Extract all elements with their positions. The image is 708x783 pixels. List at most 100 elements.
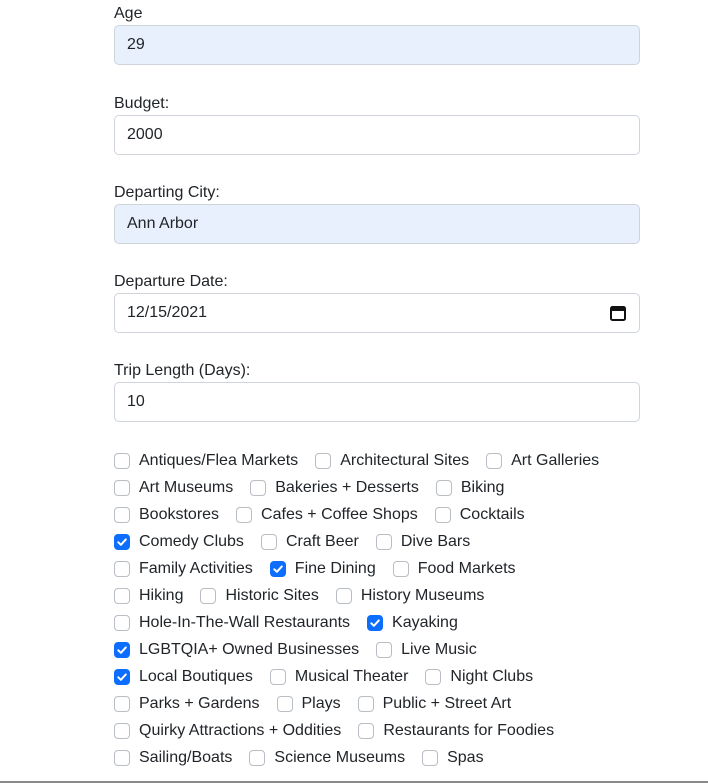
interest-checkbox[interactable] <box>335 588 352 604</box>
interest-checkbox[interactable] <box>375 534 392 550</box>
interest-label: Plays <box>301 695 341 712</box>
interest-checkbox[interactable] <box>114 615 130 631</box>
interest-checkbox[interactable] <box>422 750 439 766</box>
interest-checkbox[interactable] <box>249 750 266 766</box>
interest-label: Comedy Clubs <box>139 533 244 550</box>
interest-row: Quirky Attractions + Oddities Restaurants… <box>114 720 571 742</box>
interest-option[interactable]: Fine Dining <box>269 560 376 578</box>
interest-checkbox[interactable] <box>269 561 286 577</box>
interest-option[interactable]: Comedy Clubs <box>114 533 244 551</box>
interest-label: Cocktails <box>459 506 525 523</box>
interest-checkbox[interactable] <box>358 723 375 739</box>
interest-checkbox[interactable] <box>367 615 384 631</box>
departure-date-value: 12/15/2021 <box>127 304 208 321</box>
departure-date-input[interactable]: 12/15/2021 <box>114 293 640 333</box>
interest-option[interactable]: Hiking <box>114 587 183 605</box>
budget-value: 2000 <box>127 126 163 143</box>
interest-label: Biking <box>460 479 505 496</box>
interest-label: Parks + Gardens <box>139 695 260 712</box>
interest-checkbox[interactable] <box>114 453 130 469</box>
interest-option[interactable]: Craft Beer <box>260 533 359 551</box>
interest-label: Sailing/Boats <box>139 749 233 766</box>
interest-checkbox[interactable] <box>114 588 130 604</box>
interest-label: Fine Dining <box>294 560 376 577</box>
interest-option[interactable]: Architectural Sites <box>315 452 469 470</box>
interest-checkbox[interactable] <box>114 507 130 523</box>
interest-checkbox[interactable] <box>114 750 130 766</box>
interest-checkbox[interactable] <box>276 696 293 712</box>
interest-option[interactable]: Historic Sites <box>200 587 319 605</box>
interest-option[interactable]: Family Activities <box>114 560 253 578</box>
interest-checkbox[interactable] <box>114 696 130 712</box>
interest-option[interactable]: Cafes + Coffee Shops <box>236 506 418 524</box>
interest-option[interactable]: Night Clubs <box>425 668 533 686</box>
interest-option[interactable]: Science Museums <box>249 749 405 767</box>
interest-row: Art Museums Bakeries + Desserts Biking <box>114 477 521 499</box>
interest-label: Historic Sites <box>225 587 319 604</box>
interest-option[interactable]: LGBTQIA+ Owned Businesses <box>114 641 359 659</box>
interest-checkbox[interactable] <box>260 534 277 550</box>
checkmark-icon <box>117 673 127 681</box>
interest-option[interactable]: Cocktails <box>434 506 525 524</box>
interest-checkbox[interactable] <box>486 453 503 469</box>
interest-checkbox[interactable] <box>114 642 130 658</box>
interest-option[interactable]: Public + Street Art <box>357 695 511 713</box>
departing-city-input[interactable]: Ann Arbor <box>114 204 640 244</box>
interest-row: Hiking Historic Sites History Museums <box>114 585 501 607</box>
interest-checkbox[interactable] <box>250 480 267 496</box>
interest-label: Night Clubs <box>450 668 534 685</box>
interest-option[interactable]: Bookstores <box>114 506 219 524</box>
interest-checkbox[interactable] <box>114 723 130 739</box>
interest-label: Craft Beer <box>285 533 359 550</box>
interest-label: Family Activities <box>139 560 253 577</box>
interest-row: Bookstores Cafes + Coffee Shops Cocktails <box>114 504 542 526</box>
interest-label: Hole-In-The-Wall Restaurants <box>139 614 351 631</box>
interest-checkbox[interactable] <box>269 669 286 685</box>
interest-checkbox[interactable] <box>114 669 130 685</box>
interest-checkbox[interactable] <box>434 507 451 523</box>
interest-option[interactable]: Food Markets <box>392 560 516 578</box>
interest-checkbox[interactable] <box>236 507 253 523</box>
interest-option[interactable]: Bakeries + Desserts <box>250 479 419 497</box>
age-label: Age <box>114 5 143 22</box>
interest-label: Bakeries + Desserts <box>275 479 419 496</box>
calendar-icon[interactable] <box>609 304 627 322</box>
interest-option[interactable]: Quirky Attractions + Oddities <box>114 722 341 740</box>
interest-option[interactable]: Dive Bars <box>375 533 470 551</box>
interest-checkbox[interactable] <box>114 534 130 550</box>
interest-checkbox[interactable] <box>435 480 452 496</box>
interest-option[interactable]: Musical Theater <box>269 668 409 686</box>
interest-option[interactable]: Live Music <box>376 641 477 659</box>
interest-option[interactable]: Plays <box>276 695 341 713</box>
interest-label: Musical Theater <box>294 668 409 685</box>
interest-option[interactable]: Biking <box>435 479 505 497</box>
interest-option[interactable]: Parks + Gardens <box>114 695 260 713</box>
interest-label: Architectural Sites <box>340 452 470 469</box>
interest-option[interactable]: Sailing/Boats <box>114 749 232 767</box>
interest-option[interactable]: Antiques/Flea Markets <box>114 452 298 470</box>
interest-option[interactable]: Hole-In-The-Wall Restaurants <box>114 614 350 632</box>
interest-option[interactable]: Restaurants for Foodies <box>358 722 554 740</box>
interest-label: Live Music <box>401 641 477 658</box>
interest-option[interactable]: Art Galleries <box>486 452 599 470</box>
interest-label: Science Museums <box>274 749 406 766</box>
interest-option[interactable]: Spas <box>422 749 484 767</box>
interest-row: Antiques/Flea Markets Architectural Sites… <box>114 450 616 472</box>
interest-checkbox[interactable] <box>392 561 409 577</box>
interest-row: Family Activities Fine Dining Food Markets <box>114 558 533 580</box>
interest-option[interactable]: Kayaking <box>367 614 458 632</box>
age-input[interactable]: 29 <box>114 25 640 65</box>
interest-checkbox[interactable] <box>200 588 217 604</box>
interest-label: Spas <box>447 749 484 766</box>
budget-input[interactable]: 2000 <box>114 115 640 155</box>
interest-checkbox[interactable] <box>376 642 393 658</box>
interest-checkbox[interactable] <box>315 453 332 469</box>
interest-checkbox[interactable] <box>357 696 374 712</box>
interest-checkbox[interactable] <box>114 480 130 496</box>
trip-length-input[interactable]: 10 <box>114 382 640 422</box>
interest-checkbox[interactable] <box>114 561 130 577</box>
interest-option[interactable]: History Museums <box>335 587 484 605</box>
interest-option[interactable]: Art Museums <box>114 479 233 497</box>
interest-checkbox[interactable] <box>425 669 442 685</box>
interest-option[interactable]: Local Boutiques <box>114 668 253 686</box>
